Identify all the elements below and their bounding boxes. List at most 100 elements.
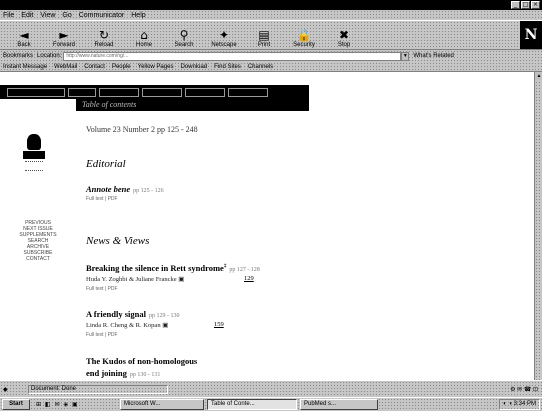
netscape-label: Netscape	[211, 42, 237, 48]
site-nav-tab-2[interactable]	[68, 87, 96, 97]
close-button[interactable]: ×	[531, 1, 540, 9]
site-nav-tab-5[interactable]	[185, 87, 225, 97]
start-button[interactable]: Start	[2, 399, 30, 410]
menu-edit[interactable]: Edit	[21, 12, 33, 19]
forward-button[interactable]: ► Forward	[44, 21, 84, 49]
article-title-annote-bene[interactable]: Annote bene pp 125 - 126	[86, 184, 164, 194]
link-icon[interactable]: ▣	[178, 276, 184, 283]
forward-arrow-icon: ►	[59, 28, 69, 42]
minimize-button[interactable]: _	[511, 1, 520, 9]
article-title-text: A friendly signal	[86, 309, 146, 319]
reload-button[interactable]: ↻ Reload	[84, 21, 124, 49]
personal-item-download[interactable]: Download	[180, 64, 207, 70]
personal-item-channels[interactable]: Channels	[248, 64, 273, 70]
article-dagger: ‡	[223, 264, 227, 270]
cover-body-shape	[23, 151, 45, 159]
article-title-friendly-signal[interactable]: A friendly signal pp 129 - 130	[86, 309, 179, 319]
whats-related-button[interactable]: What's Related	[413, 53, 454, 59]
home-label: Home	[135, 42, 152, 48]
print-label: Print	[257, 42, 271, 48]
reload-label: Reload	[94, 42, 114, 48]
left-navigation: PREVIOUS NEXT ISSUE SUPPLEMENTS SEARCH A…	[0, 220, 76, 262]
print-button[interactable]: ▤ Print	[244, 21, 284, 49]
personal-item-contact[interactable]: Contact	[84, 64, 105, 70]
left-nav-contact[interactable]: CONTACT	[0, 256, 76, 262]
menu-go[interactable]: Go	[62, 12, 71, 19]
reload-icon: ↻	[98, 28, 110, 42]
back-button[interactable]: ◄ Back	[4, 21, 44, 49]
location-input[interactable]: http://www.nature.com/ng/...	[63, 51, 402, 61]
security-button[interactable]: 🔒 Security	[284, 21, 324, 49]
volume-info: Volume 23 Number 2 pp 125 - 248	[86, 125, 198, 134]
menu-bar: File Edit View Go Communicator Help	[0, 10, 542, 20]
article-page-link[interactable]: 129	[244, 275, 254, 282]
search-button[interactable]: ⚲ Search	[164, 21, 204, 49]
connection-status-icon: ◆	[3, 386, 8, 393]
article-pages: pp 129 - 130	[148, 313, 180, 319]
print-icon: ▤	[258, 28, 270, 42]
location-dropdown-button[interactable]: ▼	[401, 51, 410, 61]
personal-toolbar: Instant Message WebMail Contact People Y…	[0, 62, 542, 72]
taskbar: Start ⊞ ◧ ✉ ◈ ▣ Microsoft W... Table of …	[0, 397, 542, 411]
article-page-link[interactable]: 159	[214, 321, 224, 328]
menu-view[interactable]: View	[40, 12, 55, 19]
article-title-text: Annote bene	[86, 184, 131, 194]
system-tray: ◐ ◑ 3:34 PM	[499, 399, 540, 410]
journal-cover-icon[interactable]	[22, 134, 46, 172]
title-bar: _ □ ×	[0, 0, 542, 10]
site-nav-tab-1[interactable]	[7, 87, 65, 97]
article-links[interactable]: Full text | PDF	[86, 332, 118, 338]
navigation-toolbar: ◄ Back ► Forward ↻ Reload ⌂ Home ⚲ Search ✦ Ne…	[0, 20, 542, 50]
taskbar-button-1[interactable]: Microsoft W...	[120, 399, 204, 410]
article-title-text: end joining	[86, 368, 127, 378]
lock-icon: 🔒	[296, 28, 312, 42]
personal-item-instant-message[interactable]: Instant Message	[3, 64, 47, 70]
article-title-rett[interactable]: Breaking the silence in Rett syndrome‡pp…	[86, 263, 260, 273]
menu-file[interactable]: File	[3, 12, 14, 19]
menu-communicator[interactable]: Communicator	[79, 12, 125, 19]
article-authors: Linda R. Cheng & R. Kopan ▣	[86, 321, 168, 329]
stop-icon: ✖	[338, 28, 350, 42]
netscape-icon: ✦	[218, 28, 230, 42]
vertical-scrollbar[interactable]: ▲	[534, 72, 542, 380]
taskbar-button-table-of-contents[interactable]: Table of Conte...	[207, 399, 297, 410]
article-links[interactable]: Full text | PDF	[86, 196, 118, 202]
window-controls: _ □ ×	[511, 1, 540, 9]
status-component-icons[interactable]: ⚙ ✉ ☎ ⊡	[510, 386, 542, 393]
article-title-kudos-line2[interactable]: end joining pp 130 - 131	[86, 368, 160, 378]
site-nav-tab-4[interactable]	[142, 87, 182, 97]
quick-launch-icons[interactable]: ⊞ ◧ ✉ ◈ ▣	[30, 401, 120, 408]
security-label: Security	[293, 42, 315, 48]
personal-item-find-sites[interactable]: Find Sites	[214, 64, 241, 70]
personal-item-webmail[interactable]: WebMail	[54, 64, 77, 70]
status-text: Document: Done	[28, 384, 168, 394]
stop-button[interactable]: ✖ Stop	[324, 21, 364, 49]
back-label: Back	[17, 42, 31, 48]
netscape-logo[interactable]: N	[520, 21, 542, 49]
article-authors-text: Huda Y. Zoghbi & Juliane Francke	[86, 276, 177, 283]
article-links[interactable]: Full text | PDF	[86, 286, 118, 292]
location-bar: Bookmarks Location: http://www.nature.co…	[0, 50, 542, 62]
forward-label: Forward	[52, 42, 75, 48]
status-bar: ◆ Document: Done ⚙ ✉ ☎ ⊡	[0, 380, 542, 397]
page-title: Table of contents	[76, 99, 309, 111]
maximize-button[interactable]: □	[521, 1, 530, 9]
section-heading-editorial: Editorial	[86, 158, 126, 170]
bookmarks-button[interactable]: Bookmarks	[3, 53, 33, 59]
article-authors: Huda Y. Zoghbi & Juliane Francke ▣	[86, 275, 184, 283]
site-nav-tab-3[interactable]	[99, 87, 139, 97]
personal-item-people[interactable]: People	[112, 64, 131, 70]
site-nav-tab-6[interactable]	[228, 87, 268, 97]
personal-item-yellow-pages[interactable]: Yellow Pages	[138, 64, 174, 70]
article-authors-text: Linda R. Cheng & R. Kopan	[86, 322, 161, 329]
link-icon[interactable]: ▣	[162, 322, 168, 329]
netscape-button[interactable]: ✦ Netscape	[204, 21, 244, 49]
taskbar-button-3[interactable]: PubMed s...	[300, 399, 378, 410]
section-heading-news-views: News & Views	[86, 235, 150, 247]
location-label: Location:	[37, 53, 62, 59]
cover-head-shape	[27, 134, 41, 150]
menu-help[interactable]: Help	[131, 12, 145, 19]
article-title-kudos[interactable]: The Kudos of non-homologous	[86, 356, 197, 366]
scroll-up-arrow-icon[interactable]: ▲	[535, 72, 542, 80]
home-button[interactable]: ⌂ Home	[124, 21, 164, 49]
